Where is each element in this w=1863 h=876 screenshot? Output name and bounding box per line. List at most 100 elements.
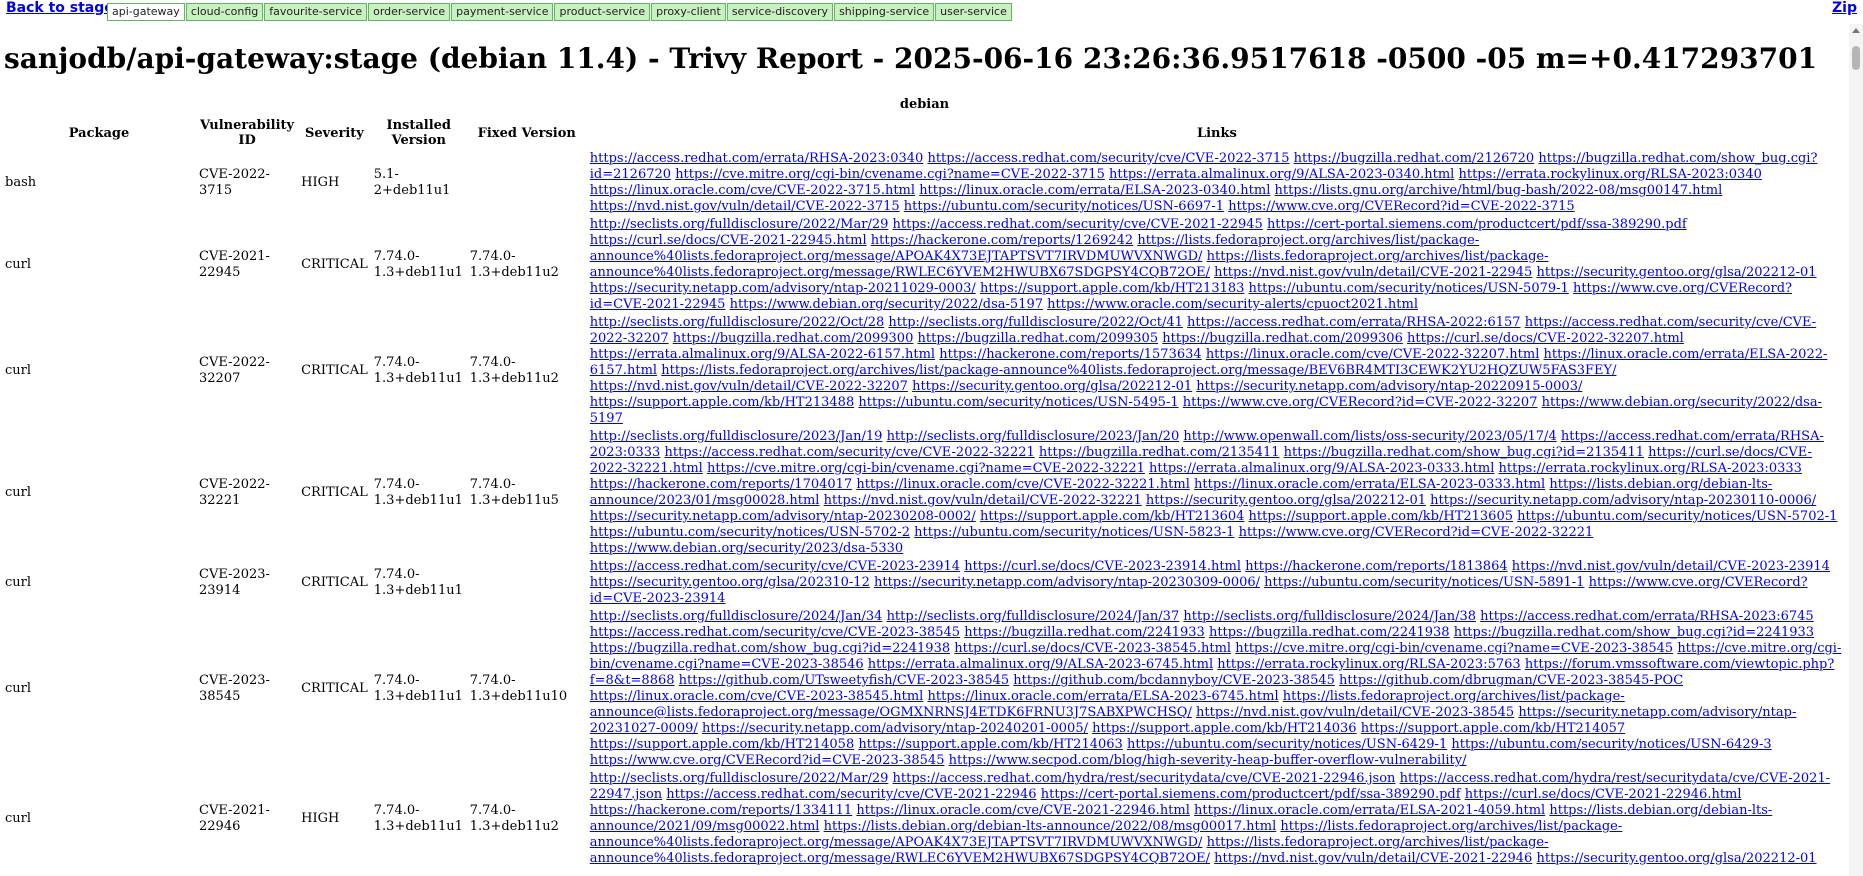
- reference-link[interactable]: http://seclists.org/fulldisclosure/2023/…: [590, 429, 883, 444]
- reference-link[interactable]: https://nvd.nist.gov/vuln/detail/CVE-202…: [824, 493, 1142, 508]
- reference-link[interactable]: https://curl.se/docs/CVE-2022-32207.html: [1407, 331, 1684, 346]
- reference-link[interactable]: https://support.apple.com/kb/HT214063: [858, 737, 1122, 752]
- reference-link[interactable]: https://security.gentoo.org/glsa/202212-…: [1146, 493, 1426, 508]
- reference-link[interactable]: https://bugzilla.redhat.com/show_bug.cgi…: [1284, 445, 1644, 460]
- reference-link[interactable]: https://curl.se/docs/CVE-2021-22946.html: [1465, 787, 1742, 802]
- reference-link[interactable]: https://access.redhat.com/security/cve/C…: [927, 151, 1289, 166]
- reference-link[interactable]: http://seclists.org/fulldisclosure/2024/…: [887, 609, 1180, 624]
- reference-link[interactable]: https://security.netapp.com/advisory/nta…: [1196, 379, 1582, 394]
- tab-shipping-service[interactable]: shipping-service: [834, 3, 935, 21]
- reference-link[interactable]: https://security.netapp.com/advisory/nta…: [590, 509, 976, 524]
- reference-link[interactable]: https://errata.almalinux.org/9/ALSA-2023…: [868, 657, 1213, 672]
- reference-link[interactable]: https://ubuntu.com/security/notices/USN-…: [590, 525, 910, 540]
- reference-link[interactable]: https://cert-portal.siemens.com/productc…: [1041, 787, 1461, 802]
- reference-link[interactable]: https://lists.gnu.org/archive/html/bug-b…: [1275, 183, 1723, 198]
- reference-link[interactable]: https://curl.se/docs/CVE-2023-23914.html: [964, 559, 1241, 574]
- reference-link[interactable]: https://ubuntu.com/security/notices/USN-…: [1264, 575, 1584, 590]
- reference-link[interactable]: https://access.redhat.com/errata/RHSA-20…: [590, 151, 924, 166]
- reference-link[interactable]: http://seclists.org/fulldisclosure/2022/…: [888, 315, 1182, 330]
- reference-link[interactable]: https://support.apple.com/kb/HT213488: [590, 395, 854, 410]
- reference-link[interactable]: https://access.redhat.com/security/cve/C…: [590, 625, 960, 640]
- reference-link[interactable]: https://support.apple.com/kb/HT213183: [980, 281, 1244, 296]
- reference-link[interactable]: https://www.cve.org/CVERecord?id=CVE-202…: [1183, 395, 1538, 410]
- tab-payment-service[interactable]: payment-service: [451, 3, 554, 21]
- reference-link[interactable]: https://access.redhat.com/security/cve/C…: [893, 217, 1263, 232]
- reference-link[interactable]: https://errata.almalinux.org/9/ALSA-2023…: [1109, 167, 1454, 182]
- reference-link[interactable]: https://nvd.nist.gov/vuln/detail/CVE-202…: [1196, 705, 1514, 720]
- reference-link[interactable]: https://security.gentoo.org/glsa/202212-…: [1536, 851, 1816, 866]
- reference-link[interactable]: https://hackerone.com/reports/1813864: [1245, 559, 1507, 574]
- reference-link[interactable]: https://nvd.nist.gov/vuln/detail/CVE-202…: [1214, 851, 1532, 866]
- reference-link[interactable]: https://linux.oracle.com/errata/ELSA-202…: [1194, 477, 1545, 492]
- tab-order-service[interactable]: order-service: [368, 3, 451, 21]
- reference-link[interactable]: https://www.cve.org/CVERecord?id=CVE-202…: [1239, 525, 1594, 540]
- reference-link[interactable]: https://errata.almalinux.org/9/ALSA-2023…: [1149, 461, 1494, 476]
- reference-link[interactable]: https://github.com/bcdannyboy/CVE-2023-3…: [1013, 673, 1335, 688]
- tab-user-service[interactable]: user-service: [935, 3, 1012, 21]
- reference-link[interactable]: https://lists.fedoraproject.org/archives…: [661, 363, 1616, 378]
- reference-link[interactable]: https://errata.almalinux.org/9/ALSA-2022…: [590, 347, 935, 362]
- reference-link[interactable]: https://access.redhat.com/security/cve/C…: [590, 559, 960, 574]
- reference-link[interactable]: https://cve.mitre.org/cgi-bin/cvename.cg…: [707, 461, 1145, 476]
- reference-link[interactable]: https://hackerone.com/reports/1269242: [871, 233, 1133, 248]
- reference-link[interactable]: https://access.redhat.com/security/cve/C…: [664, 445, 1034, 460]
- reference-link[interactable]: https://cert-portal.siemens.com/productc…: [1267, 217, 1687, 232]
- reference-link[interactable]: https://bugzilla.redhat.com/show_bug.cgi…: [1454, 625, 1814, 640]
- reference-link[interactable]: https://errata.rockylinux.org/RLSA-2023:…: [1458, 167, 1761, 182]
- reference-link[interactable]: https://linux.oracle.com/errata/ELSA-202…: [927, 689, 1278, 704]
- reference-link[interactable]: https://www.debian.org/security/2022/dsa…: [730, 297, 1043, 312]
- reference-link[interactable]: https://bugzilla.redhat.com/2099300: [673, 331, 914, 346]
- reference-link[interactable]: https://support.apple.com/kb/HT213604: [980, 509, 1244, 524]
- reference-link[interactable]: https://www.debian.org/security/2023/dsa…: [590, 541, 903, 556]
- tab-service-discovery[interactable]: service-discovery: [726, 3, 834, 21]
- reference-link[interactable]: https://bugzilla.redhat.com/2135411: [1039, 445, 1280, 460]
- reference-link[interactable]: https://www.secpod.com/blog/high-severit…: [949, 753, 1467, 768]
- tab-favourite-service[interactable]: favourite-service: [264, 3, 368, 21]
- reference-link[interactable]: http://seclists.org/fulldisclosure/2022/…: [590, 315, 884, 330]
- reference-link[interactable]: https://nvd.nist.gov/vuln/detail/CVE-202…: [590, 199, 900, 214]
- reference-link[interactable]: https://www.oracle.com/security-alerts/c…: [1047, 297, 1418, 312]
- reference-link[interactable]: https://linux.oracle.com/cve/CVE-2022-32…: [856, 477, 1190, 492]
- reference-link[interactable]: https://nvd.nist.gov/vuln/detail/CVE-202…: [1214, 265, 1532, 280]
- reference-link[interactable]: https://lists.debian.org/debian-lts-anno…: [824, 819, 1277, 834]
- reference-link[interactable]: https://support.apple.com/kb/HT214036: [1092, 721, 1356, 736]
- scrollbar-thumb[interactable]: [1852, 46, 1860, 70]
- reference-link[interactable]: https://security.gentoo.org/glsa/202212-…: [912, 379, 1192, 394]
- reference-link[interactable]: https://access.redhat.com/errata/RHSA-20…: [1480, 609, 1814, 624]
- reference-link[interactable]: https://bugzilla.redhat.com/show_bug.cgi…: [590, 641, 950, 656]
- reference-link[interactable]: https://linux.oracle.com/cve/CVE-2022-32…: [1206, 347, 1540, 362]
- reference-link[interactable]: https://linux.oracle.com/cve/CVE-2022-37…: [590, 183, 915, 198]
- reference-link[interactable]: https://access.redhat.com/errata/RHSA-20…: [1187, 315, 1521, 330]
- reference-link[interactable]: https://linux.oracle.com/errata/ELSA-202…: [1194, 803, 1545, 818]
- reference-link[interactable]: https://nvd.nist.gov/vuln/detail/CVE-202…: [1512, 559, 1830, 574]
- reference-link[interactable]: https://access.redhat.com/hydra/rest/sec…: [893, 771, 1396, 786]
- tab-product-service[interactable]: product-service: [554, 3, 651, 21]
- reference-link[interactable]: https://ubuntu.com/security/notices/USN-…: [904, 199, 1224, 214]
- tab-cloud-config[interactable]: cloud-config: [185, 3, 264, 21]
- reference-link[interactable]: https://security.gentoo.org/glsa/202310-…: [590, 575, 870, 590]
- reference-link[interactable]: https://ubuntu.com/security/notices/USN-…: [1249, 281, 1569, 296]
- reference-link[interactable]: https://bugzilla.redhat.com/2241933: [964, 625, 1205, 640]
- scroll-up-arrow-icon[interactable]: [1852, 28, 1860, 33]
- reference-link[interactable]: http://seclists.org/fulldisclosure/2022/…: [590, 771, 889, 786]
- reference-link[interactable]: https://www.cve.org/CVERecord?id=CVE-202…: [1228, 199, 1574, 214]
- reference-link[interactable]: https://errata.rockylinux.org/RLSA-2023:…: [1217, 657, 1520, 672]
- reference-link[interactable]: https://bugzilla.redhat.com/2099305: [918, 331, 1159, 346]
- reference-link[interactable]: https://bugzilla.redhat.com/2241938: [1209, 625, 1450, 640]
- reference-link[interactable]: https://nvd.nist.gov/vuln/detail/CVE-202…: [590, 379, 908, 394]
- reference-link[interactable]: https://ubuntu.com/security/notices/USN-…: [914, 525, 1234, 540]
- reference-link[interactable]: https://hackerone.com/reports/1573634: [939, 347, 1201, 362]
- reference-link[interactable]: https://github.com/UTsweetyfish/CVE-2023…: [679, 673, 1010, 688]
- reference-link[interactable]: https://cve.mitre.org/cgi-bin/cvename.cg…: [675, 167, 1105, 182]
- reference-link[interactable]: https://access.redhat.com/security/cve/C…: [666, 787, 1036, 802]
- vertical-scrollbar[interactable]: [1849, 24, 1863, 876]
- reference-link[interactable]: https://support.apple.com/kb/HT213605: [1249, 509, 1513, 524]
- reference-link[interactable]: https://linux.oracle.com/cve/CVE-2023-38…: [590, 689, 924, 704]
- reference-link[interactable]: https://ubuntu.com/security/notices/USN-…: [1451, 737, 1771, 752]
- reference-link[interactable]: https://hackerone.com/reports/1704017: [590, 477, 852, 492]
- reference-link[interactable]: https://ubuntu.com/security/notices/USN-…: [858, 395, 1178, 410]
- reference-link[interactable]: https://curl.se/docs/CVE-2021-22945.html: [590, 233, 867, 248]
- tab-api-gateway[interactable]: api-gateway: [107, 3, 185, 21]
- reference-link[interactable]: https://security.netapp.com/advisory/nta…: [702, 721, 1088, 736]
- back-to-stage-link[interactable]: Back to stage: [6, 0, 114, 16]
